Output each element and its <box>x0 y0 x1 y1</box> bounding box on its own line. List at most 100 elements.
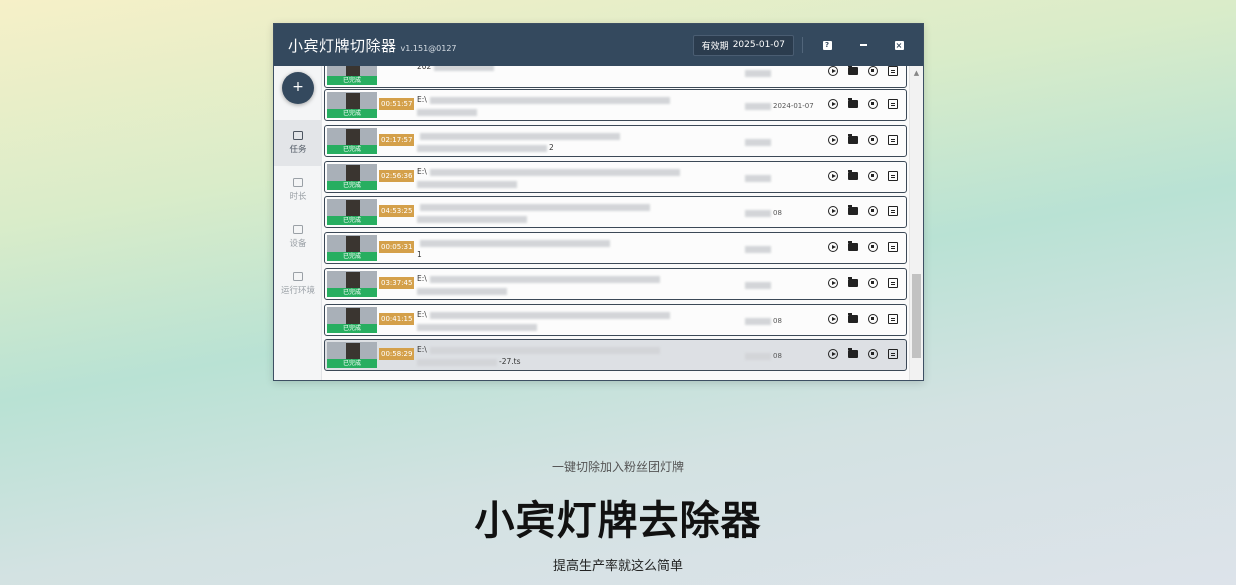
stop-icon[interactable] <box>868 206 878 216</box>
file-path: E:\ <box>417 95 670 104</box>
scroll-up-arrow-icon[interactable]: ▲ <box>910 68 923 78</box>
details-icon[interactable] <box>888 66 898 76</box>
details-icon[interactable] <box>888 171 898 181</box>
file-name-text: -27.ts <box>499 357 521 366</box>
status-badge: 已完成 <box>327 109 377 118</box>
task-date-text: 08 <box>773 352 782 360</box>
play-icon[interactable] <box>828 206 838 216</box>
validity-button[interactable]: 有效期 2025-01-07 <box>692 34 794 56</box>
play-icon[interactable] <box>828 135 838 145</box>
play-icon[interactable] <box>828 171 838 181</box>
stop-icon[interactable] <box>868 135 878 145</box>
folder-icon[interactable] <box>848 277 858 287</box>
file-path <box>417 202 650 211</box>
task-date: 08 <box>745 317 782 325</box>
file-path-text: E:\ <box>417 274 427 283</box>
stop-icon[interactable] <box>868 278 878 288</box>
details-icon[interactable] <box>888 242 898 252</box>
file-path: E:\ <box>417 345 660 354</box>
folder-icon[interactable] <box>848 98 858 108</box>
scroll-thumb[interactable] <box>912 274 921 358</box>
duration-tag: 02:17:57 <box>379 134 415 146</box>
redacted-text <box>417 287 507 295</box>
sidebar-item-2[interactable]: 设备 <box>274 214 322 260</box>
stop-icon[interactable] <box>868 66 878 76</box>
folder-icon[interactable] <box>848 134 858 144</box>
stop-icon[interactable] <box>868 171 878 181</box>
sidebar-item-label: 运行环境 <box>280 286 315 296</box>
folder-icon[interactable] <box>848 66 858 75</box>
task-row[interactable]: 已完成 00:05:31 1 <box>324 232 907 264</box>
redacted-text <box>745 69 771 77</box>
row-actions <box>828 313 898 324</box>
redacted-text <box>429 275 660 283</box>
folder-icon[interactable] <box>848 241 858 251</box>
folder-icon[interactable] <box>848 348 858 358</box>
folder-icon[interactable] <box>848 170 858 180</box>
task-list: 已完成 202 已完成 00:51:57 E:\ 2024-01-07 已完成 02:17:5… <box>322 66 923 380</box>
redacted-text <box>745 352 771 360</box>
sidebar-item-1[interactable]: 时长 <box>274 167 322 213</box>
stop-icon[interactable] <box>868 99 878 109</box>
redacted-text <box>745 317 771 325</box>
play-icon[interactable] <box>828 349 838 359</box>
help-button[interactable]: ? <box>815 33 839 57</box>
task-row[interactable]: 已完成 02:17:57 2 <box>324 125 907 157</box>
details-icon[interactable] <box>888 135 898 145</box>
close-button[interactable]: × <box>887 33 911 57</box>
row-actions <box>828 241 898 252</box>
details-icon[interactable] <box>888 99 898 109</box>
task-date-text: 08 <box>773 209 782 217</box>
app-version: v1.151@0127 <box>400 43 457 53</box>
file-name-text: 2 <box>549 143 554 152</box>
status-badge: 已完成 <box>327 288 377 297</box>
scrollbar[interactable]: ▲ <box>909 66 923 380</box>
sidebar-item-0[interactable]: 任务 <box>274 120 322 166</box>
task-row[interactable]: 已完成 00:41:15 E:\ 08 <box>324 304 907 336</box>
redacted-text <box>745 102 771 110</box>
task-date: 08 <box>745 209 782 217</box>
landing-title: 小宾灯牌去除器 <box>474 498 762 544</box>
task-date <box>745 174 773 182</box>
poster-image <box>346 272 360 289</box>
task-row[interactable]: 已完成 00:58:29 E:\ -27.ts 08 <box>324 339 907 371</box>
details-icon[interactable] <box>888 278 898 288</box>
redacted-text <box>745 138 771 146</box>
task-row[interactable]: 已完成 03:37:45 E:\ <box>324 268 907 300</box>
details-icon[interactable] <box>888 314 898 324</box>
folder-icon[interactable] <box>848 205 858 215</box>
sidebar-item-3[interactable]: 运行环境 <box>274 261 322 307</box>
task-row[interactable]: 已完成 00:51:57 E:\ 2024-01-07 <box>324 89 907 121</box>
duration-tag: 00:58:29 <box>379 348 415 360</box>
details-icon[interactable] <box>888 349 898 359</box>
redacted-text <box>420 203 650 211</box>
play-icon[interactable] <box>828 314 838 324</box>
play-icon[interactable] <box>828 242 838 252</box>
task-date-text: 08 <box>773 317 782 325</box>
sidebar-item-label: 时长 <box>289 192 307 202</box>
redacted-text <box>420 132 620 140</box>
stop-icon[interactable] <box>868 242 878 252</box>
landing-tagline: 一键切除加入粉丝团灯牌 <box>551 460 684 474</box>
minimize-button[interactable] <box>851 33 875 57</box>
play-icon[interactable] <box>828 278 838 288</box>
task-row[interactable]: 已完成 02:56:36 E:\ <box>324 161 907 193</box>
stop-icon[interactable] <box>868 349 878 359</box>
poster-image <box>346 93 360 110</box>
folder-icon[interactable] <box>848 313 858 323</box>
minimize-icon <box>859 44 867 46</box>
play-icon[interactable] <box>828 99 838 109</box>
status-badge: 已完成 <box>327 359 377 368</box>
file-name <box>417 107 479 116</box>
task-row[interactable]: 已完成 202 <box>324 66 907 88</box>
details-icon[interactable] <box>888 206 898 216</box>
file-name-text: 1 <box>417 250 422 259</box>
file-path <box>417 131 620 140</box>
add-task-button[interactable]: + <box>282 72 314 104</box>
play-icon[interactable] <box>828 66 838 76</box>
task-date-text: 2024-01-07 <box>773 102 814 110</box>
stop-icon[interactable] <box>868 314 878 324</box>
redacted-text <box>429 168 680 176</box>
poster-image <box>346 343 360 360</box>
task-row[interactable]: 已完成 04:53:25 08 <box>324 196 907 228</box>
